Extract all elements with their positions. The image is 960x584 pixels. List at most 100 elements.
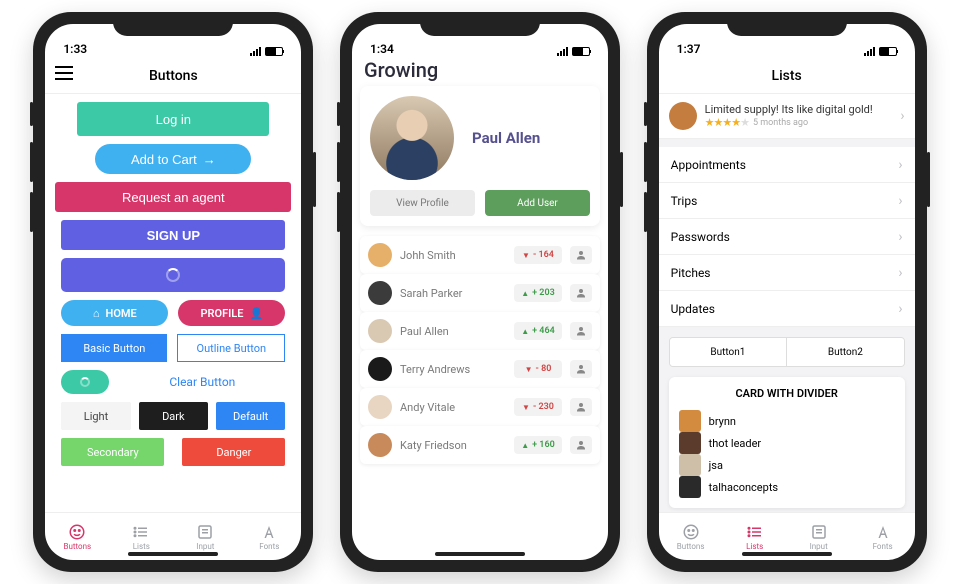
list-item[interactable]: Trips›: [659, 183, 915, 219]
signal-icon: [864, 47, 875, 56]
person-row[interactable]: jsa: [679, 454, 895, 476]
chevron-right-icon: ›: [900, 108, 904, 124]
list-label: Pitches: [671, 266, 711, 280]
signup-button[interactable]: SIGN UP: [61, 220, 285, 250]
signal-icon: [557, 47, 568, 56]
member-row[interactable]: Sarah Parker▲+ 203: [360, 274, 600, 312]
list-item[interactable]: Appointments›: [659, 147, 915, 183]
list-icon: [132, 523, 150, 541]
person-name: brynn: [709, 415, 736, 428]
pill-label: PROFILE: [200, 307, 243, 320]
request-agent-button[interactable]: Request an agent: [55, 182, 291, 212]
face-icon: [682, 523, 700, 541]
tab-fonts[interactable]: Fonts: [851, 513, 915, 560]
status-bar: 1:33: [45, 24, 301, 58]
add-to-cart-button[interactable]: Add to Cart →: [95, 144, 251, 174]
avatar: [368, 243, 392, 267]
person-row[interactable]: talhaconcepts: [679, 476, 895, 498]
chevron-right-icon: ›: [898, 157, 902, 173]
phone-growing: 1:34 Growing Paul Allen View Profile Add…: [340, 12, 620, 572]
input-icon: [196, 523, 214, 541]
member-name: Katy Friedson: [400, 439, 506, 452]
member-row[interactable]: Johh Smith▼- 164: [360, 236, 600, 274]
button2[interactable]: Button2: [787, 338, 904, 366]
person-row[interactable]: brynn: [679, 410, 895, 432]
clock: 1:34: [370, 42, 394, 56]
list-item[interactable]: Updates ›: [659, 291, 915, 327]
home-pill[interactable]: ⌂ HOME: [61, 300, 168, 326]
user-action-button[interactable]: [570, 322, 592, 340]
user-action-button[interactable]: [570, 246, 592, 264]
add-user-button[interactable]: Add User: [485, 190, 590, 216]
secondary-button[interactable]: Secondary: [61, 438, 164, 466]
avatar: [368, 395, 392, 419]
user-action-button[interactable]: [570, 284, 592, 302]
member-name: Sarah Parker: [400, 287, 506, 300]
clear-button[interactable]: Clear Button: [119, 375, 285, 389]
spinner-icon: [80, 377, 90, 387]
tab-buttons[interactable]: Buttons: [659, 513, 723, 560]
list-label: Updates: [671, 302, 715, 316]
button-label: Add to Cart: [131, 152, 197, 167]
member-row[interactable]: Terry Andrews▼- 80: [360, 350, 600, 388]
avatar: [368, 281, 392, 305]
spinner-icon: [166, 268, 180, 282]
member-row[interactable]: Katy Friedson▲+ 160: [360, 426, 600, 464]
battery-icon: [265, 47, 283, 56]
tab-label: Lists: [133, 542, 150, 551]
caret-down-icon: ▼: [522, 403, 530, 412]
user-action-button[interactable]: [570, 360, 592, 378]
member-name: Paul Allen: [400, 325, 506, 338]
loading-pill[interactable]: [61, 370, 109, 394]
clock: 1:33: [63, 42, 87, 56]
profile-name: Paul Allen: [472, 129, 540, 147]
outline-button[interactable]: Outline Button: [177, 334, 285, 362]
battery-icon: [572, 47, 590, 56]
list-item[interactable]: Passwords›: [659, 219, 915, 255]
caret-down-icon: ▼: [522, 251, 530, 260]
promo-row[interactable]: Limited supply! Its like digital gold! ★…: [659, 94, 915, 139]
tab-buttons[interactable]: Buttons: [45, 513, 109, 560]
nav-bar: Buttons: [45, 58, 301, 94]
user-icon: 👤: [249, 307, 263, 320]
member-name: Terry Andrews: [400, 363, 506, 376]
login-button[interactable]: Log in: [77, 102, 269, 136]
tab-label: Buttons: [63, 542, 91, 551]
user-action-button[interactable]: [570, 398, 592, 416]
divider-card: CARD WITH DIVIDER brynnthot leaderjsatal…: [669, 377, 905, 508]
caret-up-icon: ▲: [521, 289, 529, 298]
caret-down-icon: ▼: [525, 365, 533, 374]
list-item[interactable]: Pitches›: [659, 255, 915, 291]
profile-card: Paul Allen View Profile Add User: [360, 86, 600, 226]
phone-lists: 1:37 Lists Limited supply! Its like digi…: [647, 12, 927, 572]
score-badge: ▲+ 464: [514, 322, 562, 340]
dark-button[interactable]: Dark: [139, 402, 208, 430]
star-rating: ★★★★★: [705, 116, 749, 129]
signal-icon: [250, 47, 261, 56]
user-action-button[interactable]: [570, 436, 592, 454]
button1[interactable]: Button1: [670, 338, 788, 366]
status-bar: 1:37: [659, 24, 915, 58]
basic-button[interactable]: Basic Button: [61, 334, 167, 362]
page-title: Growing: [352, 58, 608, 82]
view-profile-button[interactable]: View Profile: [370, 190, 475, 216]
tab-label: Input: [196, 542, 214, 551]
light-button[interactable]: Light: [61, 402, 130, 430]
avatar: [368, 357, 392, 381]
page-title: Lists: [772, 68, 802, 84]
member-row[interactable]: Paul Allen ▲+ 464: [360, 312, 600, 350]
tab-label: Fonts: [259, 542, 279, 551]
default-button[interactable]: Default: [216, 402, 285, 430]
loading-button[interactable]: [61, 258, 285, 292]
menu-icon[interactable]: [55, 66, 73, 80]
promo-subtitle: 5 months ago: [753, 118, 808, 128]
promo-title: Limited supply! Its like digital gold!: [705, 103, 893, 116]
avatar: [679, 410, 701, 432]
score-badge: ▼- 230: [514, 398, 562, 416]
profile-pill[interactable]: PROFILE 👤: [178, 300, 285, 326]
chevron-right-icon: ›: [898, 301, 902, 317]
tab-fonts[interactable]: Fonts: [237, 513, 301, 560]
member-row[interactable]: Andy Vitale▼- 230: [360, 388, 600, 426]
danger-button[interactable]: Danger: [182, 438, 285, 466]
person-row[interactable]: thot leader: [679, 432, 895, 454]
